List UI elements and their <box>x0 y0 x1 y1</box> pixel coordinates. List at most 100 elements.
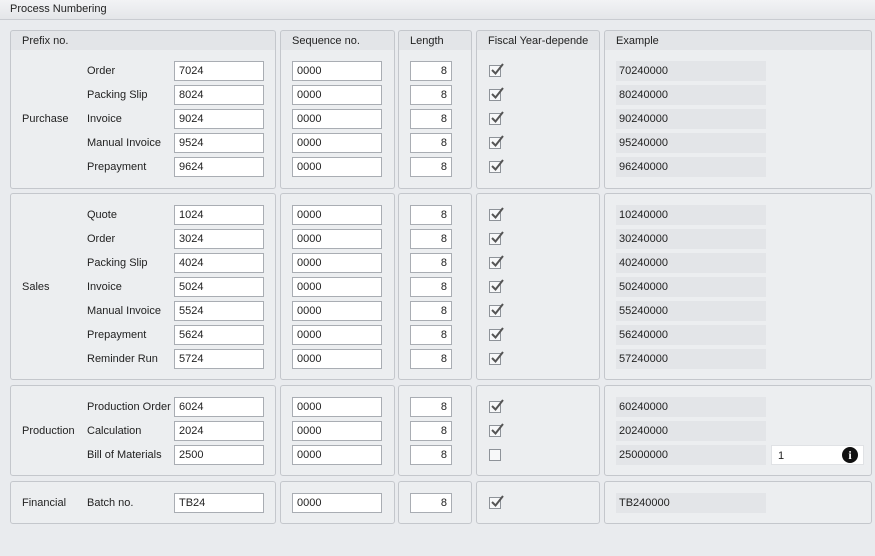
sequence-input[interactable] <box>292 493 382 513</box>
fiscal-year-checkbox[interactable] <box>489 449 501 461</box>
length-input[interactable] <box>410 493 452 513</box>
sequence-input[interactable] <box>292 349 382 369</box>
example-value: 20240000 <box>616 421 766 441</box>
length-input[interactable] <box>410 229 452 249</box>
prefix-input[interactable] <box>174 493 264 513</box>
prefix-input[interactable] <box>174 109 264 129</box>
length-input[interactable] <box>410 133 452 153</box>
prefix-input[interactable] <box>174 61 264 81</box>
example-value: 55240000 <box>616 301 766 321</box>
group-label-financial: Financial <box>22 497 67 509</box>
fiscal-year-checkbox[interactable] <box>489 327 504 341</box>
row-label: Prepayment <box>87 329 147 341</box>
info-icon[interactable]: i <box>842 447 858 463</box>
prefix-input[interactable] <box>174 397 264 417</box>
length-input[interactable] <box>410 85 452 105</box>
fiscal-year-checkbox[interactable] <box>489 399 504 413</box>
fiscal-year-checkbox[interactable] <box>489 111 504 125</box>
group-label-sales: Sales <box>22 281 50 293</box>
row-label: Order <box>87 65 116 77</box>
row-label: Quote <box>87 209 117 221</box>
example-value: 80240000 <box>616 85 766 105</box>
sequence-input[interactable] <box>292 445 382 465</box>
fiscal-year-checkbox[interactable] <box>489 207 504 221</box>
sequence-input[interactable] <box>292 229 382 249</box>
row-label: Manual Invoice <box>87 305 161 317</box>
example-value: 70240000 <box>616 61 766 81</box>
column-header-length: Length <box>398 30 472 50</box>
row-label: Production Order <box>87 401 171 413</box>
fiscal-year-checkbox[interactable] <box>489 255 504 269</box>
prefix-input[interactable] <box>174 85 264 105</box>
length-input[interactable] <box>410 445 452 465</box>
length-input[interactable] <box>410 157 452 177</box>
row-label: Manual Invoice <box>87 137 161 149</box>
window-title-bar: Process Numbering <box>0 0 875 20</box>
sequence-input[interactable] <box>292 61 382 81</box>
column-header-prefix: Prefix no. <box>10 30 276 50</box>
sequence-input[interactable] <box>292 205 382 225</box>
example-value: 10240000 <box>616 205 766 225</box>
row-label: Invoice <box>87 113 122 125</box>
length-input[interactable] <box>410 349 452 369</box>
example-value: 50240000 <box>616 277 766 297</box>
fiscal-year-checkbox[interactable] <box>489 279 504 293</box>
prefix-input[interactable] <box>174 301 264 321</box>
example-value: 25000000 <box>616 445 766 465</box>
fiscal-year-checkbox[interactable] <box>489 423 504 437</box>
sequence-input[interactable] <box>292 325 382 345</box>
sequence-input[interactable] <box>292 85 382 105</box>
row-label: Order <box>87 233 116 245</box>
fiscal-year-checkbox[interactable] <box>489 231 504 245</box>
window-title: Process Numbering <box>10 3 107 15</box>
prefix-input[interactable] <box>174 421 264 441</box>
prefix-input[interactable] <box>174 157 264 177</box>
prefix-input[interactable] <box>174 277 264 297</box>
fiscal-year-checkbox[interactable] <box>489 303 504 317</box>
column-header-example: Example <box>604 30 872 50</box>
length-input[interactable] <box>410 421 452 441</box>
fiscal-year-checkbox[interactable] <box>489 63 504 77</box>
fiscal-year-checkbox[interactable] <box>489 135 504 149</box>
sequence-input[interactable] <box>292 109 382 129</box>
example-value: 30240000 <box>616 229 766 249</box>
prefix-input[interactable] <box>174 133 264 153</box>
sequence-input[interactable] <box>292 397 382 417</box>
example-value: 57240000 <box>616 349 766 369</box>
length-input[interactable] <box>410 253 452 273</box>
example-value: TB240000 <box>616 493 766 513</box>
row-label: Reminder Run <box>87 353 158 365</box>
prefix-input[interactable] <box>174 229 264 249</box>
sequence-input[interactable] <box>292 133 382 153</box>
length-input[interactable] <box>410 277 452 297</box>
length-input[interactable] <box>410 301 452 321</box>
sequence-input[interactable] <box>292 253 382 273</box>
fiscal-year-checkbox[interactable] <box>489 495 504 509</box>
prefix-input[interactable] <box>174 445 264 465</box>
example-value: 56240000 <box>616 325 766 345</box>
sequence-input[interactable] <box>292 157 382 177</box>
prefix-input[interactable] <box>174 253 264 273</box>
length-input[interactable] <box>410 205 452 225</box>
length-input[interactable] <box>410 61 452 81</box>
row-label: Calculation <box>87 425 142 437</box>
fiscal-year-checkbox[interactable] <box>489 351 504 365</box>
length-input[interactable] <box>410 325 452 345</box>
length-input[interactable] <box>410 109 452 129</box>
group-label-production: Production <box>22 425 75 437</box>
fiscal-year-checkbox[interactable] <box>489 159 504 173</box>
prefix-input[interactable] <box>174 325 264 345</box>
fiscal-year-checkbox[interactable] <box>489 87 504 101</box>
row-label: Prepayment <box>87 161 147 173</box>
sequence-input[interactable] <box>292 301 382 321</box>
column-header-fiscal-year: Fiscal Year-depende <box>476 30 600 50</box>
sequence-input[interactable] <box>292 421 382 441</box>
prefix-input[interactable] <box>174 349 264 369</box>
example-value: 95240000 <box>616 133 766 153</box>
length-input[interactable] <box>410 397 452 417</box>
prefix-input[interactable] <box>174 205 264 225</box>
row-label: Batch no. <box>87 497 134 509</box>
sequence-input[interactable] <box>292 277 382 297</box>
row-label: Invoice <box>87 281 122 293</box>
column-header-sequence: Sequence no. <box>280 30 395 50</box>
